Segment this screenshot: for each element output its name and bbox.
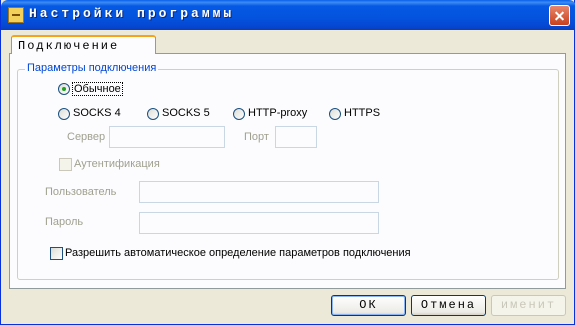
radio-socks4[interactable] <box>58 108 70 120</box>
radio-https[interactable] <box>329 108 341 120</box>
server-input[interactable] <box>109 126 225 148</box>
radio-socks5-label[interactable]: SOCKS 5 <box>162 107 210 119</box>
port-input[interactable] <box>275 126 317 148</box>
settings-dialog: Настройки программы Подключение Параметр… <box>0 0 575 325</box>
connection-params-legend: Параметры подключения <box>25 62 159 74</box>
app-icon <box>8 7 24 23</box>
close-button[interactable] <box>549 5 570 26</box>
user-label: Пользователь <box>45 186 117 198</box>
radio-http-proxy-label[interactable]: HTTP-proxy <box>248 107 307 119</box>
radio-socks4-label[interactable]: SOCKS 4 <box>73 107 121 119</box>
radio-socks5[interactable] <box>147 108 159 120</box>
auth-label: Аутентификация <box>74 158 160 170</box>
radio-normal-label[interactable]: Обычное <box>72 82 123 96</box>
cancel-button[interactable]: Отмена <box>411 295 486 316</box>
auth-checkbox[interactable] <box>59 158 72 171</box>
title-bar[interactable]: Настройки программы <box>1 0 575 30</box>
password-input[interactable] <box>139 212 379 234</box>
user-input[interactable] <box>139 181 379 203</box>
radio-http-proxy[interactable] <box>233 108 245 120</box>
password-label: Пароль <box>45 216 84 228</box>
auto-detect-checkbox[interactable] <box>50 247 63 260</box>
tab-connection-label: Подключение <box>18 39 120 53</box>
apply-button[interactable]: именит <box>491 295 566 316</box>
radio-normal[interactable] <box>58 83 70 95</box>
server-label: Сервер <box>67 131 106 143</box>
auto-detect-label[interactable]: Разрешить автоматическое определение пар… <box>65 247 411 259</box>
radio-https-label[interactable]: HTTPS <box>344 107 380 119</box>
tab-connection[interactable]: Подключение <box>11 35 156 54</box>
window-title: Настройки программы <box>29 6 235 21</box>
ok-button[interactable]: ОК <box>331 295 406 316</box>
port-label: Порт <box>244 131 269 143</box>
